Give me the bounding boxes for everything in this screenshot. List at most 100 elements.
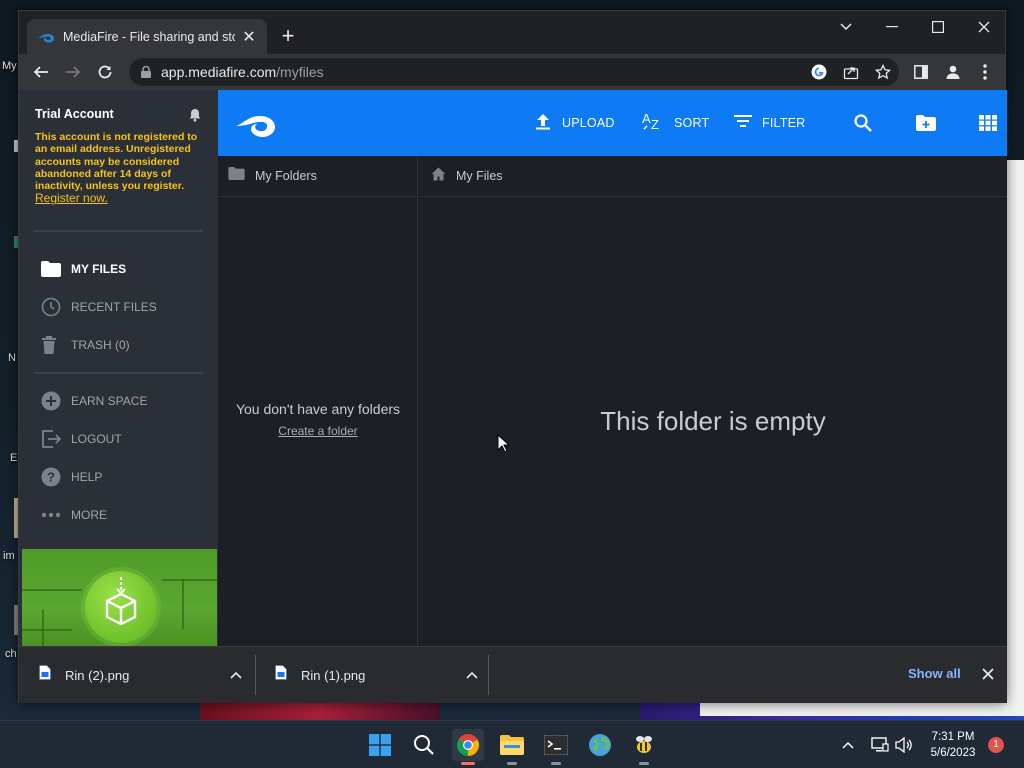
- mediafire-page: Trial Account This account is not regist…: [19, 90, 1007, 646]
- chevron-up-icon[interactable]: [221, 671, 251, 679]
- svg-text:A: A: [642, 111, 651, 126]
- maximize-icon[interactable]: [915, 11, 961, 43]
- sidebar: Trial Account This account is not regist…: [19, 90, 218, 646]
- minimize-icon[interactable]: [869, 11, 915, 43]
- back-arrow-icon[interactable]: [27, 58, 55, 86]
- mediafire-header: UPLOAD AZ SORT FILTER: [218, 90, 1007, 156]
- logout-icon: [33, 427, 71, 451]
- new-tab-button[interactable]: +: [275, 24, 301, 50]
- share-icon[interactable]: [841, 62, 861, 82]
- browser-titlebar: MediaFire - File sharing and storage ✕ +: [19, 11, 1005, 54]
- url-path: /myfiles: [276, 64, 324, 80]
- windows-start-icon[interactable]: [364, 729, 396, 761]
- date-text: 5/6/2023: [930, 747, 976, 759]
- mediafire-logo-icon: [37, 28, 55, 46]
- close-shelf-icon[interactable]: [977, 663, 999, 685]
- sidebar-item-help[interactable]: ? HELP: [33, 462, 208, 492]
- sort-button[interactable]: AZ SORT: [642, 111, 709, 135]
- home-icon[interactable]: [431, 167, 446, 186]
- grid-view-icon[interactable]: [979, 111, 997, 135]
- desktop-icon-label[interactable]: E: [10, 452, 17, 464]
- forward-arrow-icon[interactable]: [59, 58, 87, 86]
- browser-toolbar: app.mediafire.com/myfiles: [19, 54, 1005, 90]
- more-dots-icon: [33, 503, 71, 527]
- bookmark-star-icon[interactable]: [873, 62, 893, 82]
- no-folders-message: You don't have any folders: [235, 401, 401, 417]
- upload-label: UPLOAD: [562, 116, 615, 130]
- globe-app-icon[interactable]: [584, 729, 616, 761]
- clock-icon: [33, 295, 71, 319]
- folders-pane-header: My Folders: [218, 156, 418, 197]
- bell-icon[interactable]: [189, 108, 201, 127]
- trash-icon: [33, 333, 71, 357]
- taskbar: 7:31 PM 5/6/2023 1: [0, 720, 1024, 768]
- google-lens-icon[interactable]: [809, 62, 829, 82]
- search-icon[interactable]: [854, 111, 872, 135]
- file-explorer-icon[interactable]: [496, 729, 528, 765]
- svg-text:?: ?: [47, 470, 55, 485]
- time-text: 7:31 PM: [931, 731, 975, 743]
- desktop-icon-label[interactable]: im: [3, 550, 15, 562]
- search-icon[interactable]: [408, 729, 440, 761]
- files-pane: My Files This folder is empty: [419, 156, 1007, 646]
- create-folder-link[interactable]: Create a folder: [218, 424, 418, 438]
- register-now-link[interactable]: Register now.: [35, 191, 108, 205]
- sidebar-item-logout[interactable]: LOGOUT: [33, 424, 208, 454]
- chevron-up-icon[interactable]: [457, 671, 487, 679]
- notification-badge[interactable]: 1: [988, 737, 1004, 753]
- folders-pane: My Folders You don't have any folders Cr…: [218, 156, 418, 646]
- download-item[interactable]: Rin (1).png: [255, 655, 487, 695]
- upload-icon: [534, 112, 552, 135]
- volume-icon[interactable]: [894, 735, 914, 755]
- address-bar[interactable]: app.mediafire.com/myfiles: [129, 58, 899, 86]
- folder-icon: [33, 257, 71, 281]
- desktop-icon-label[interactable]: N: [8, 352, 16, 364]
- terminal-icon[interactable]: [540, 729, 572, 765]
- profile-icon[interactable]: [939, 58, 967, 86]
- box-upload-icon: [85, 571, 157, 643]
- wallpaper-art: [200, 700, 440, 720]
- chrome-icon[interactable]: [452, 729, 484, 765]
- desktop-icon-label[interactable]: ch: [5, 648, 17, 660]
- download-filename: Rin (2).png: [65, 667, 130, 683]
- url-host: app.mediafire.com: [161, 64, 277, 80]
- side-panel-icon[interactable]: [907, 58, 935, 86]
- sidebar-item-label: EARN SPACE: [71, 394, 148, 408]
- filter-button[interactable]: FILTER: [734, 111, 805, 135]
- filter-label: FILTER: [762, 116, 806, 130]
- close-window-icon[interactable]: [961, 11, 1007, 43]
- sidebar-item-my-files[interactable]: MY FILES: [33, 254, 208, 284]
- clock[interactable]: 7:31 PM 5/6/2023: [922, 729, 984, 761]
- bee-app-icon[interactable]: [628, 729, 660, 765]
- mediafire-logo-icon[interactable]: [234, 110, 278, 143]
- sidebar-item-label: TRASH (0): [71, 338, 130, 352]
- sort-label: SORT: [674, 116, 710, 130]
- file-image-icon: [39, 665, 51, 685]
- folder-icon: [228, 167, 245, 185]
- sidebar-item-more[interactable]: MORE: [33, 500, 208, 530]
- warning-text: This account is not registered to an ema…: [35, 131, 198, 193]
- file-image-icon: [275, 665, 287, 685]
- sidebar-item-trash[interactable]: TRASH (0): [33, 330, 208, 360]
- breadcrumb-my-files[interactable]: My Files: [456, 169, 503, 183]
- mouse-cursor-icon: [497, 433, 511, 458]
- sidebar-divider: [34, 372, 203, 374]
- upload-button[interactable]: UPLOAD: [534, 111, 615, 135]
- close-tab-icon[interactable]: ✕: [241, 27, 257, 47]
- kebab-menu-icon[interactable]: [971, 58, 999, 86]
- desktop-icon-label[interactable]: My: [2, 60, 17, 72]
- new-folder-icon[interactable]: [916, 111, 936, 135]
- browser-tab[interactable]: MediaFire - File sharing and storage ✕: [27, 19, 267, 54]
- reload-icon[interactable]: [91, 58, 119, 86]
- promo-banner[interactable]: [22, 549, 217, 646]
- show-all-downloads-link[interactable]: Show all: [908, 666, 961, 681]
- sidebar-item-recent-files[interactable]: RECENT FILES: [33, 292, 208, 322]
- tab-search-chevron-icon[interactable]: [823, 11, 869, 43]
- download-filename: Rin (1).png: [301, 667, 366, 683]
- lock-icon[interactable]: [141, 66, 151, 78]
- network-icon[interactable]: [870, 735, 890, 755]
- tray-chevron-up-icon[interactable]: [838, 735, 858, 755]
- sidebar-item-earn-space[interactable]: EARN SPACE: [33, 386, 208, 416]
- download-item[interactable]: Rin (2).png: [19, 655, 251, 695]
- browser-window: MediaFire - File sharing and storage ✕ +: [18, 10, 1007, 703]
